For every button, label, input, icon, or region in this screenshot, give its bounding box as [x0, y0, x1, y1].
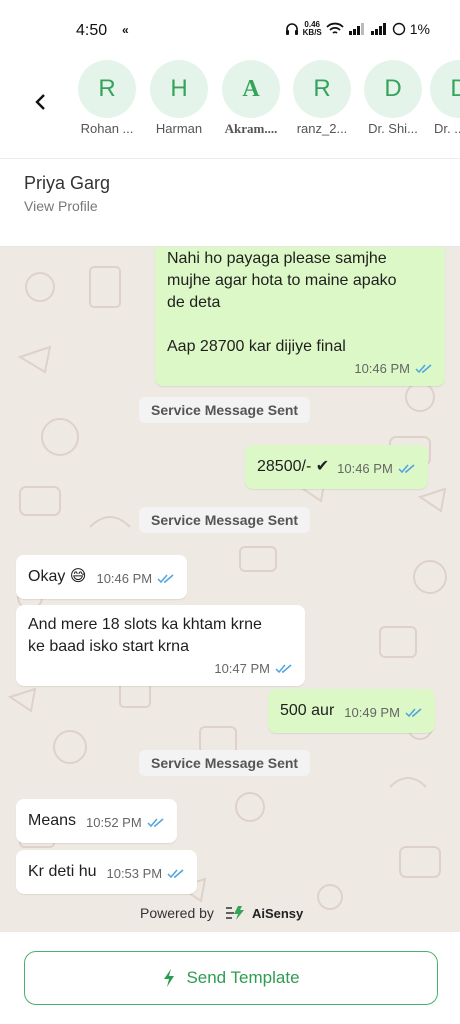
- double-check-icon: [147, 818, 164, 828]
- message-incoming[interactable]: Kr deti hu 10:53 PM: [16, 850, 198, 894]
- avatar: D: [430, 60, 460, 118]
- headphones-icon: [285, 23, 298, 35]
- message-text: And mere 18 slots ka khtam krne ke baad …: [28, 616, 262, 655]
- lightning-icon: [164, 969, 175, 987]
- contact-chip[interactable]: D Dr. Shi...: [358, 60, 428, 136]
- chat-header: Priya Garg View Profile: [0, 159, 460, 247]
- battery-icon: [392, 22, 405, 36]
- double-check-icon: [275, 664, 292, 674]
- signal-icon: [348, 23, 364, 35]
- message-incoming[interactable]: Okay 😅 10:46 PM: [16, 555, 188, 599]
- double-check-icon: [167, 869, 184, 879]
- send-template-label: Send Template: [186, 968, 300, 987]
- status-right: 0.46 KB/S 1%: [285, 21, 430, 37]
- message-meta: 10:49 PM: [344, 702, 423, 724]
- brand-logo: AiSensy: [224, 904, 303, 922]
- message-outgoing[interactable]: Nahi ho payaga please samjhe mujhe agar …: [155, 247, 445, 386]
- contact-chip[interactable]: R ranz_2...: [287, 60, 357, 136]
- message-time: 10:46 PM: [337, 461, 393, 476]
- contact-chip[interactable]: H Harman: [144, 60, 214, 136]
- message-text: Nahi ho payaga please samjhe mujhe agar …: [167, 250, 397, 355]
- service-message-pill: Service Message Sent: [139, 507, 311, 533]
- double-check-icon: [415, 364, 432, 374]
- message-meta: 10:47 PM: [214, 658, 293, 680]
- double-check-icon: [405, 708, 422, 718]
- message-meta: 10:53 PM: [106, 863, 185, 885]
- contact-name: Dr. ...: [434, 121, 460, 136]
- message-time: 10:53 PM: [106, 866, 163, 881]
- contact-chip[interactable]: D Dr. ...: [430, 60, 460, 136]
- net-speed: 0.46 KB/S: [303, 21, 322, 37]
- message-time: 10:46 PM: [96, 571, 153, 586]
- send-template-button[interactable]: Send Template: [24, 951, 438, 1005]
- message-incoming[interactable]: Means 10:52 PM: [16, 799, 177, 843]
- double-check-icon: [157, 574, 174, 584]
- wifi-icon: [326, 22, 344, 34]
- view-profile-link[interactable]: View Profile: [24, 198, 98, 214]
- aisensy-logo-icon: [225, 906, 244, 920]
- powered-by: Powered by AiSensy: [140, 904, 303, 922]
- contact-chip[interactable]: R Rohan ...: [72, 60, 142, 136]
- chevron-left-icon: [35, 94, 45, 110]
- service-message-pill: Service Message Sent: [139, 397, 311, 423]
- message-time: 10:47 PM: [214, 661, 270, 676]
- service-message-pill: Service Message Sent: [139, 750, 311, 776]
- net-speed-unit: KB/S: [302, 28, 322, 37]
- double-check-icon: [398, 464, 415, 474]
- contact-name: ranz_2...: [296, 121, 348, 136]
- contact-title: Priya Garg: [24, 173, 111, 193]
- status-bar: 4:50 « 0.46 KB/S 1%: [0, 0, 460, 62]
- message-text: Kr deti hu: [28, 863, 97, 880]
- avatar: R: [293, 60, 351, 118]
- message-meta: 10:46 PM: [337, 458, 416, 480]
- status-time: 4:50: [76, 22, 108, 39]
- message-text: 28500/- ✔: [257, 458, 330, 475]
- battery-level: 1%: [409, 21, 430, 37]
- message-time: 10:46 PM: [354, 361, 410, 376]
- brand-name: AiSensy: [251, 905, 304, 921]
- contact-name: Dr. Shi...: [368, 121, 418, 136]
- contacts-strip: R Rohan ... H Harman A Akram.... R ranz_…: [0, 58, 460, 158]
- contact-chip[interactable]: A Akram....: [216, 60, 286, 137]
- message-text: 500 aur: [280, 702, 335, 719]
- bottom-bar: Send Template: [0, 932, 460, 1024]
- chat-area[interactable]: Nahi ho payaga please samjhe mujhe agar …: [0, 247, 460, 932]
- contact-name: Akram....: [224, 121, 278, 136]
- contact-name: Rohan ...: [80, 121, 134, 136]
- message-meta: 10:46 PM: [96, 568, 175, 590]
- avatar: H: [150, 60, 208, 118]
- message-text: Okay 😅: [28, 568, 87, 585]
- message-time: 10:49 PM: [344, 705, 400, 720]
- status-extra-icon: «: [122, 23, 129, 37]
- message-outgoing[interactable]: 28500/- ✔ 10:46 PM: [245, 445, 428, 489]
- message-time: 10:52 PM: [86, 815, 142, 830]
- powered-by-label: Powered by: [140, 905, 214, 921]
- avatar: D: [364, 60, 422, 118]
- signal-icon-2: [370, 23, 386, 35]
- message-meta: 10:46 PM: [354, 358, 433, 380]
- message-incoming[interactable]: And mere 18 slots ka khtam krne ke baad …: [16, 605, 305, 686]
- avatar: A: [222, 60, 280, 118]
- back-button[interactable]: [26, 88, 54, 116]
- contact-name: Harman: [155, 121, 203, 136]
- message-meta: 10:52 PM: [86, 812, 165, 834]
- message-outgoing[interactable]: 500 aur 10:49 PM: [268, 689, 435, 733]
- avatar: R: [78, 60, 136, 118]
- message-text: Means: [28, 812, 77, 829]
